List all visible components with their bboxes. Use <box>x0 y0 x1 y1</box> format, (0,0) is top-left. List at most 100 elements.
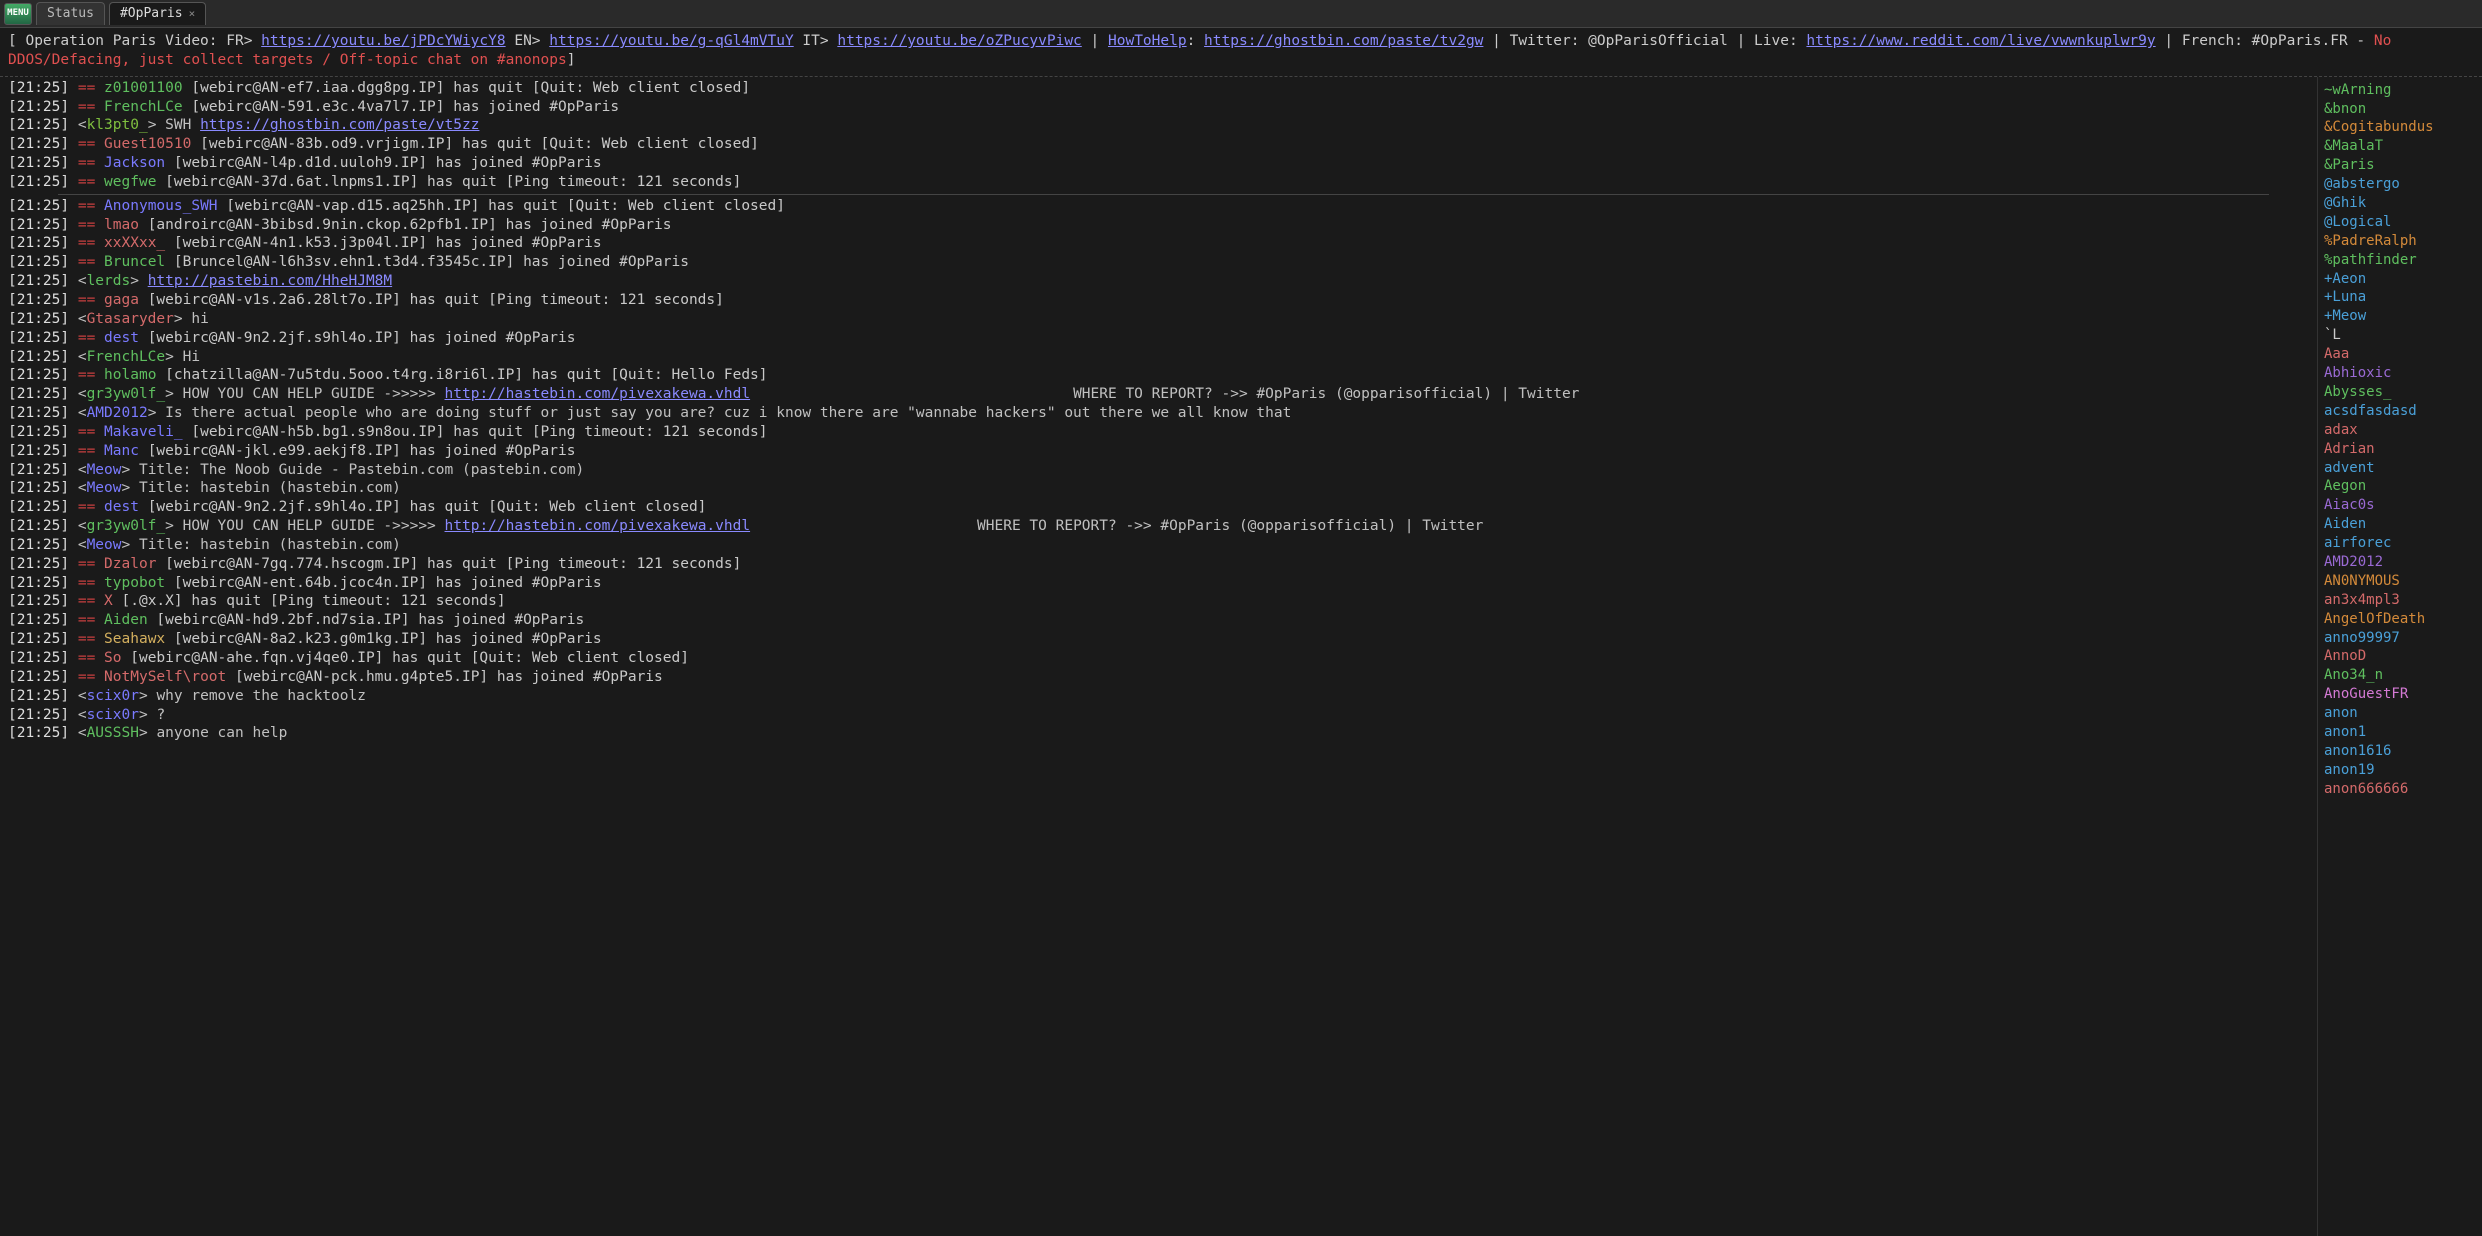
nicklist-item[interactable]: acsdfasdasd <box>2324 402 2476 421</box>
chat-buffer[interactable]: [21:25] == z01001100 [webirc@AN-ef7.iaa.… <box>0 77 2317 1236</box>
nick[interactable]: gaga <box>104 292 139 308</box>
nicklist-item[interactable]: Ano34_n <box>2324 666 2476 685</box>
nicklist-item[interactable]: an3x4mpl3 <box>2324 591 2476 610</box>
tab-status[interactable]: Status <box>36 2 105 26</box>
nicklist-item[interactable]: anon666666 <box>2324 780 2476 799</box>
nicklist-item[interactable]: airforec <box>2324 534 2476 553</box>
nick[interactable]: Meow <box>87 462 122 478</box>
nick[interactable]: Guest10510 <box>104 136 191 152</box>
nicklist-item[interactable]: anon <box>2324 704 2476 723</box>
nicklist-item[interactable]: Abysses_ <box>2324 383 2476 402</box>
nicklist-item[interactable]: ~wArning <box>2324 81 2476 100</box>
nick[interactable]: AUSSSH <box>87 725 139 741</box>
chat-line: [21:25] == FrenchLCe [webirc@AN-591.e3c.… <box>8 98 2309 117</box>
nick[interactable]: xxXXxx_ <box>104 235 165 251</box>
nick[interactable]: scix0r <box>87 688 139 704</box>
nick[interactable]: Jackson <box>104 155 165 171</box>
nicklist-item[interactable]: %pathfinder <box>2324 251 2476 270</box>
nick[interactable]: X <box>104 593 113 609</box>
topic-link-it[interactable]: https://youtu.be/oZPucyvPiwc <box>837 33 1081 49</box>
nicklist-item[interactable]: anon1 <box>2324 723 2476 742</box>
nicklist-item[interactable]: Adrian <box>2324 440 2476 459</box>
nicklist-item[interactable]: adax <box>2324 421 2476 440</box>
nick[interactable]: Gtasaryder <box>87 311 174 327</box>
nick[interactable]: gr3yw0lf_ <box>87 386 166 402</box>
nick[interactable]: lerds <box>87 273 131 289</box>
nicklist-item[interactable]: Aegon <box>2324 477 2476 496</box>
message-link[interactable]: http://hastebin.com/pivexakewa.vhdl <box>445 386 751 402</box>
topic-howto[interactable]: HowToHelp <box>1108 33 1187 49</box>
nicklist-item[interactable]: %PadreRalph <box>2324 232 2476 251</box>
nicklist-item[interactable]: Aaa <box>2324 345 2476 364</box>
nicklist-item[interactable]: @Ghik <box>2324 194 2476 213</box>
nicklist-item[interactable]: Aiden <box>2324 515 2476 534</box>
chat-line: [21:25] == Manc [webirc@AN-jkl.e99.aekjf… <box>8 442 2309 461</box>
topic-link-fr[interactable]: https://youtu.be/jPDcYWiycY8 <box>261 33 505 49</box>
topic-link-reddit[interactable]: https://www.reddit.com/live/vwwnkuplwr9y <box>1806 33 2155 49</box>
nick[interactable]: lmao <box>104 217 139 233</box>
tab-channel[interactable]: #OpParis × <box>109 2 206 26</box>
nick[interactable]: FrenchLCe <box>87 349 166 365</box>
nicklist-item[interactable]: Abhioxic <box>2324 364 2476 383</box>
nicklist-item[interactable]: &bnon <box>2324 100 2476 119</box>
nick[interactable]: Aiden <box>104 612 148 628</box>
message-link[interactable]: http://pastebin.com/HheHJM8M <box>148 273 392 289</box>
nick[interactable]: Seahawx <box>104 631 165 647</box>
nick[interactable]: z01001100 <box>104 80 183 96</box>
nicklist-item[interactable]: &Cogitabundus <box>2324 118 2476 137</box>
nicklist-item[interactable]: +Meow <box>2324 307 2476 326</box>
topic-link-en[interactable]: https://youtu.be/g-qGl4mVTuY <box>549 33 793 49</box>
nicklist-item[interactable]: @Logical <box>2324 213 2476 232</box>
topic-link-paste[interactable]: https://ghostbin.com/paste/tv2gw <box>1204 33 1483 49</box>
nicklist-item[interactable]: AngelOfDeath <box>2324 610 2476 629</box>
nick[interactable]: AMD2012 <box>87 405 148 421</box>
system-text: [Bruncel@AN-l6h3sv.ehn1.t3d4.f3545c.IP] … <box>165 254 689 270</box>
nicklist-item[interactable]: AN0NYMOUS <box>2324 572 2476 591</box>
nick-list[interactable]: ~wArning&bnon&Cogitabundus&MaalaT&Paris@… <box>2317 77 2482 1236</box>
nick[interactable]: dest <box>104 499 139 515</box>
chat-line: [21:25] == lmao [androirc@AN-3bibsd.9nin… <box>8 216 2309 235</box>
timestamp: [21:25] <box>8 612 78 628</box>
chat-line: [21:25] == Makaveli_ [webirc@AN-h5b.bg1.… <box>8 423 2309 442</box>
message-link[interactable]: https://ghostbin.com/paste/vt5zz <box>200 117 479 133</box>
nicklist-item[interactable]: +Aeon <box>2324 270 2476 289</box>
system-text: [webirc@AN-37d.6at.lnpms1.IP] has quit [… <box>156 174 741 190</box>
nick[interactable]: scix0r <box>87 707 139 723</box>
nick[interactable]: Meow <box>87 537 122 553</box>
nicklist-item[interactable]: Aiac0s <box>2324 496 2476 515</box>
nick[interactable]: Makaveli_ <box>104 424 183 440</box>
chat-line: [21:25] == Bruncel [Bruncel@AN-l6h3sv.eh… <box>8 253 2309 272</box>
message-link[interactable]: http://hastebin.com/pivexakewa.vhdl <box>445 518 751 534</box>
nicklist-item[interactable]: +Luna <box>2324 288 2476 307</box>
nicklist-item[interactable]: @abstergo <box>2324 175 2476 194</box>
system-text: [webirc@AN-7gq.774.hscogm.IP] has quit [… <box>156 556 741 572</box>
nick[interactable]: wegfwe <box>104 174 156 190</box>
nicklist-item[interactable]: `L <box>2324 326 2476 345</box>
nicklist-item[interactable]: anon1616 <box>2324 742 2476 761</box>
nick[interactable]: gr3yw0lf_ <box>87 518 166 534</box>
nick[interactable]: Bruncel <box>104 254 165 270</box>
nicklist-item[interactable]: advent <box>2324 459 2476 478</box>
system-marker: == <box>78 669 104 685</box>
nick[interactable]: NotMySelf\root <box>104 669 226 685</box>
nick[interactable]: Manc <box>104 443 139 459</box>
nick[interactable]: Meow <box>87 480 122 496</box>
nick[interactable]: Dzalor <box>104 556 156 572</box>
nicklist-item[interactable]: anno99997 <box>2324 629 2476 648</box>
nicklist-item[interactable]: AMD2012 <box>2324 553 2476 572</box>
nick[interactable]: holamo <box>104 367 156 383</box>
nick[interactable]: FrenchLCe <box>104 99 183 115</box>
nick[interactable]: typobot <box>104 575 165 591</box>
nicklist-item[interactable]: &MaalaT <box>2324 137 2476 156</box>
nicklist-item[interactable]: anon19 <box>2324 761 2476 780</box>
nick[interactable]: dest <box>104 330 139 346</box>
nick[interactable]: So <box>104 650 121 666</box>
menu-button[interactable]: MENU <box>4 3 32 25</box>
nick[interactable]: kl3pt0_ <box>87 117 148 133</box>
nicklist-item[interactable]: &Paris <box>2324 156 2476 175</box>
nicklist-item[interactable]: AnoGuestFR <box>2324 685 2476 704</box>
close-icon[interactable]: × <box>189 7 196 21</box>
timestamp: [21:25] <box>8 537 78 553</box>
nick[interactable]: Anonymous_SWH <box>104 198 218 214</box>
nicklist-item[interactable]: AnnoD <box>2324 647 2476 666</box>
